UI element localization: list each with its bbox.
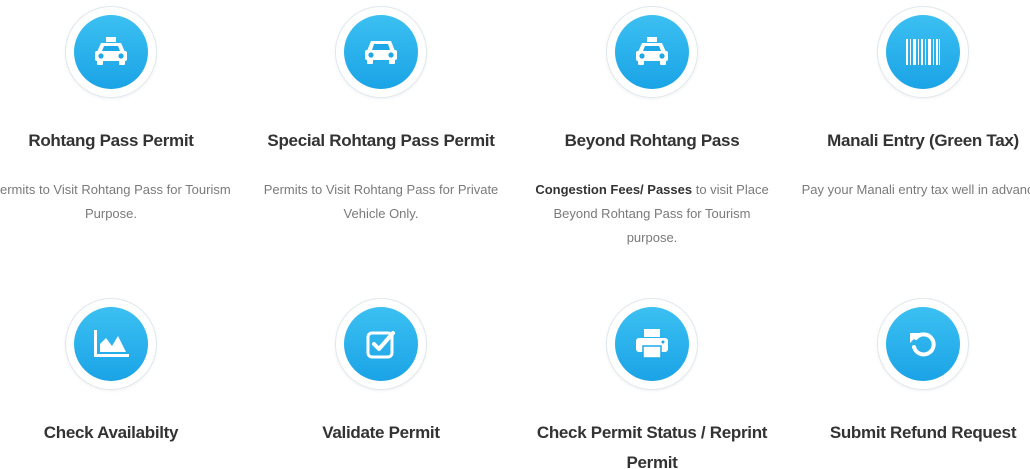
service-icon-button[interactable]	[335, 6, 427, 98]
card-description-bold: Congestion Fees/ Passes	[535, 182, 693, 197]
car-icon	[344, 15, 418, 89]
service-icon-button[interactable]	[877, 6, 969, 98]
taxi-icon	[74, 15, 148, 89]
card-title[interactable]: Check Availabilty	[0, 418, 236, 448]
service-icon-button[interactable]	[65, 6, 157, 98]
service-card-check-permit-status: Check Permit Status / Reprint Permit	[527, 298, 777, 469]
service-card-rohtang-pass-permit: Rohtang Pass Permit Permits to Visit Roh…	[0, 6, 236, 256]
service-icon-button[interactable]	[335, 298, 427, 390]
card-title[interactable]: Manali Entry (Green Tax)	[798, 126, 1030, 156]
service-icon-button[interactable]	[606, 298, 698, 390]
card-description: Pay your Manali entry tax well in advanc…	[801, 182, 1030, 197]
card-title[interactable]: Special Rohtang Pass Permit	[256, 126, 506, 156]
service-card-submit-refund-request: Submit Refund Request	[798, 298, 1030, 469]
card-title[interactable]: Validate Permit	[256, 418, 506, 448]
undo-icon	[886, 307, 960, 381]
service-card-beyond-rohtang-pass: Beyond Rohtang Pass Congestion Fees/ Pas…	[527, 6, 777, 256]
area-chart-icon	[74, 307, 148, 381]
print-icon	[615, 307, 689, 381]
card-title[interactable]: Submit Refund Request	[798, 418, 1030, 448]
card-title[interactable]: Rohtang Pass Permit	[0, 126, 236, 156]
service-card-manali-entry: Manali Entry (Green Tax) Pay your Manali…	[798, 6, 1030, 256]
service-icon-button[interactable]	[65, 298, 157, 390]
service-card-check-availability: Check Availabilty	[0, 298, 236, 469]
services-grid: Rohtang Pass Permit Permits to Visit Roh…	[0, 0, 1030, 469]
service-card-special-rohtang-pass-permit: Special Rohtang Pass Permit Permits to V…	[256, 6, 506, 256]
service-card-validate-permit: Validate Permit	[256, 298, 506, 469]
barcode-icon	[886, 15, 960, 89]
taxi-icon	[615, 15, 689, 89]
card-description: Congestion Fees/ Passes to visit Place B…	[527, 178, 777, 250]
card-title[interactable]: Check Permit Status / Reprint Permit	[527, 418, 777, 469]
card-description: Permits to Visit Rohtang Pass for Privat…	[263, 182, 499, 221]
check-square-icon	[344, 307, 418, 381]
card-title[interactable]: Beyond Rohtang Pass	[527, 126, 777, 156]
service-icon-button[interactable]	[606, 6, 698, 98]
service-icon-button[interactable]	[877, 298, 969, 390]
card-description: Permits to Visit Rohtang Pass for Touris…	[0, 182, 231, 221]
